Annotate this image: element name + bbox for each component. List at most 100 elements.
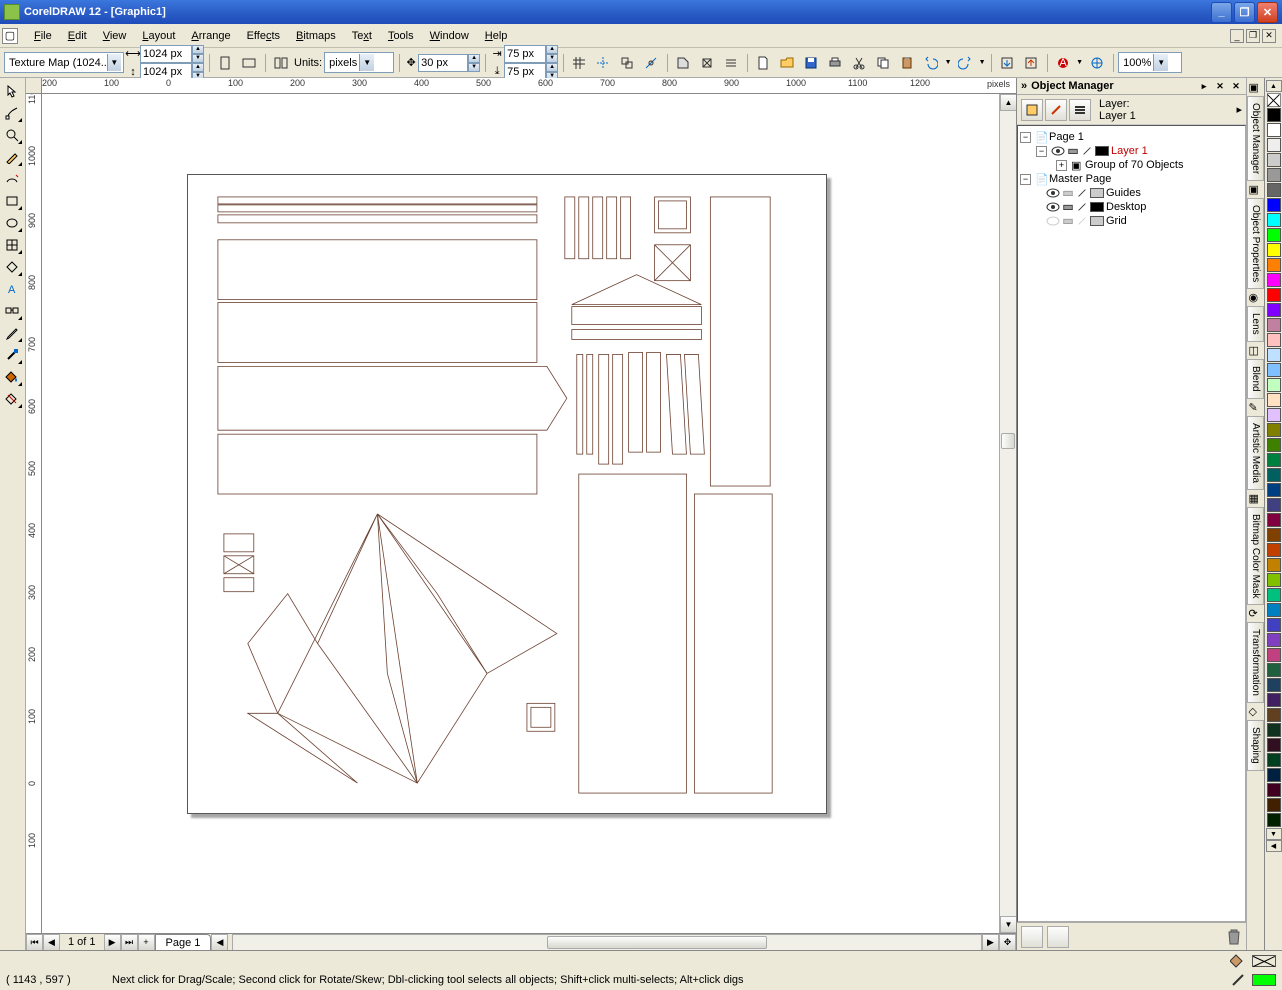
print-icon[interactable] (1062, 201, 1074, 213)
tree-guides[interactable]: Guides (1106, 187, 1141, 199)
color-swatch[interactable] (1267, 153, 1281, 167)
color-swatch[interactable] (1267, 123, 1281, 137)
scroll-right-button[interactable]: ▶ (982, 934, 999, 951)
menu-help[interactable]: Help (477, 27, 516, 45)
color-swatch[interactable] (1267, 498, 1281, 512)
print-button[interactable] (824, 52, 846, 74)
text-tool[interactable]: A (0, 278, 24, 300)
color-swatch[interactable] (1267, 183, 1281, 197)
edit-icon[interactable] (1076, 187, 1088, 199)
print-icon[interactable] (1062, 215, 1074, 227)
facing-pages-button[interactable] (270, 52, 292, 74)
color-swatch[interactable] (1267, 288, 1281, 302)
layer-color-swatch[interactable] (1090, 216, 1104, 226)
zoom-tool[interactable] (0, 124, 24, 146)
minimize-button[interactable]: _ (1211, 2, 1232, 23)
edit-across-layers-button[interactable] (1045, 99, 1067, 121)
object-tree[interactable]: −📄Page 1 − Layer 1 +▣Group of 70 Objects… (1017, 125, 1246, 922)
print-icon[interactable] (1062, 187, 1074, 199)
first-page-button[interactable]: ⏮ (26, 934, 43, 951)
save-button[interactable] (800, 52, 822, 74)
color-swatch[interactable] (1267, 213, 1281, 227)
rectangle-tool[interactable] (0, 190, 24, 212)
docker-titlebar[interactable]: » Object Manager ▸ ✕ ✕ (1017, 78, 1246, 95)
treat-as-filled-button[interactable] (672, 52, 694, 74)
ellipse-tool[interactable] (0, 212, 24, 234)
color-swatch[interactable] (1267, 798, 1281, 812)
color-swatch[interactable] (1267, 438, 1281, 452)
collapse-icon[interactable]: − (1020, 174, 1031, 185)
color-swatch[interactable] (1267, 258, 1281, 272)
menu-effects[interactable]: Effects (239, 27, 288, 45)
draw-complex-button[interactable] (696, 52, 718, 74)
menu-view[interactable]: View (95, 27, 135, 45)
close-button[interactable]: ✕ (1257, 2, 1278, 23)
corel-online-button[interactable] (1086, 52, 1108, 74)
new-layer-button[interactable] (1021, 926, 1043, 948)
copy-button[interactable] (872, 52, 894, 74)
color-swatch[interactable] (1267, 633, 1281, 647)
visible-icon[interactable] (1046, 188, 1060, 198)
interactive-fill-tool[interactable] (0, 388, 24, 410)
color-swatch[interactable] (1267, 648, 1281, 662)
menu-layout[interactable]: Layout (134, 27, 183, 45)
docker-tab-icon[interactable]: ▣ (1249, 183, 1263, 197)
graph-paper-tool[interactable] (0, 234, 24, 256)
docker-tab-icon[interactable]: ✎ (1249, 401, 1263, 415)
color-swatch[interactable] (1267, 333, 1281, 347)
eyedropper-tool[interactable] (0, 322, 24, 344)
color-swatch[interactable] (1267, 303, 1281, 317)
units-dropdown[interactable]: pixels ▼ (324, 52, 394, 73)
nudge-field[interactable]: ✥ 30 px ▲▼ (404, 54, 480, 72)
horizontal-ruler[interactable]: pixels 200100010020030040050060070080090… (26, 78, 1016, 94)
new-master-layer-button[interactable] (1047, 926, 1069, 948)
snap-to-guidelines-button[interactable] (592, 52, 614, 74)
color-swatch[interactable] (1267, 453, 1281, 467)
spin-up-icon[interactable]: ▲ (192, 45, 204, 54)
tree-desktop[interactable]: Desktop (1106, 201, 1146, 213)
docker-tab-icon[interactable]: ◉ (1249, 291, 1263, 305)
color-swatch[interactable] (1267, 468, 1281, 482)
print-icon[interactable] (1067, 145, 1079, 157)
freehand-tool[interactable] (0, 146, 24, 168)
scroll-left-button[interactable]: ◀ (211, 934, 228, 951)
color-swatch[interactable] (1267, 348, 1281, 362)
color-swatch[interactable] (1267, 363, 1281, 377)
color-swatch[interactable] (1267, 663, 1281, 677)
docker-tab-icon[interactable]: ◇ (1249, 705, 1263, 719)
color-swatch[interactable] (1267, 678, 1281, 692)
scroll-up-button[interactable]: ▲ (1000, 94, 1016, 111)
document-icon[interactable]: ▢ (2, 28, 18, 44)
menu-tools[interactable]: Tools (380, 27, 422, 45)
vertical-ruler[interactable]: 110010009008007006005004003002001000100 (26, 94, 42, 933)
edit-icon[interactable] (1076, 201, 1088, 213)
landscape-button[interactable] (238, 52, 260, 74)
launcher-dropdown[interactable]: ▼ (1076, 59, 1084, 66)
visible-icon[interactable] (1046, 202, 1060, 212)
fill-none-indicator[interactable] (1252, 955, 1276, 967)
color-swatch[interactable] (1267, 573, 1281, 587)
layer-color-swatch[interactable] (1090, 188, 1104, 198)
color-swatch[interactable] (1267, 378, 1281, 392)
export-button[interactable] (1020, 52, 1042, 74)
collapse-icon[interactable]: − (1036, 146, 1047, 157)
color-swatch[interactable] (1267, 783, 1281, 797)
palette-flyout[interactable]: ◀ (1266, 840, 1282, 852)
color-swatch[interactable] (1267, 168, 1281, 182)
color-swatch[interactable] (1267, 228, 1281, 242)
portrait-button[interactable] (214, 52, 236, 74)
dynamic-guides-button[interactable] (640, 52, 662, 74)
color-swatch[interactable] (1267, 273, 1281, 287)
color-swatch[interactable] (1267, 603, 1281, 617)
scroll-down-button[interactable]: ▼ (1000, 916, 1016, 933)
last-page-button[interactable]: ⏭ (121, 934, 138, 951)
color-swatch[interactable] (1267, 753, 1281, 767)
layer-manager-view-button[interactable] (1069, 99, 1091, 121)
visible-icon[interactable] (1051, 146, 1065, 156)
layer-color-swatch[interactable] (1095, 146, 1109, 156)
no-fill-swatch[interactable] (1267, 93, 1281, 107)
zoom-dropdown[interactable]: 100% ▼ (1118, 52, 1182, 73)
tree-master-page[interactable]: Master Page (1049, 173, 1111, 185)
collapse-icon[interactable]: − (1020, 132, 1031, 143)
outline-tool[interactable] (0, 344, 24, 366)
